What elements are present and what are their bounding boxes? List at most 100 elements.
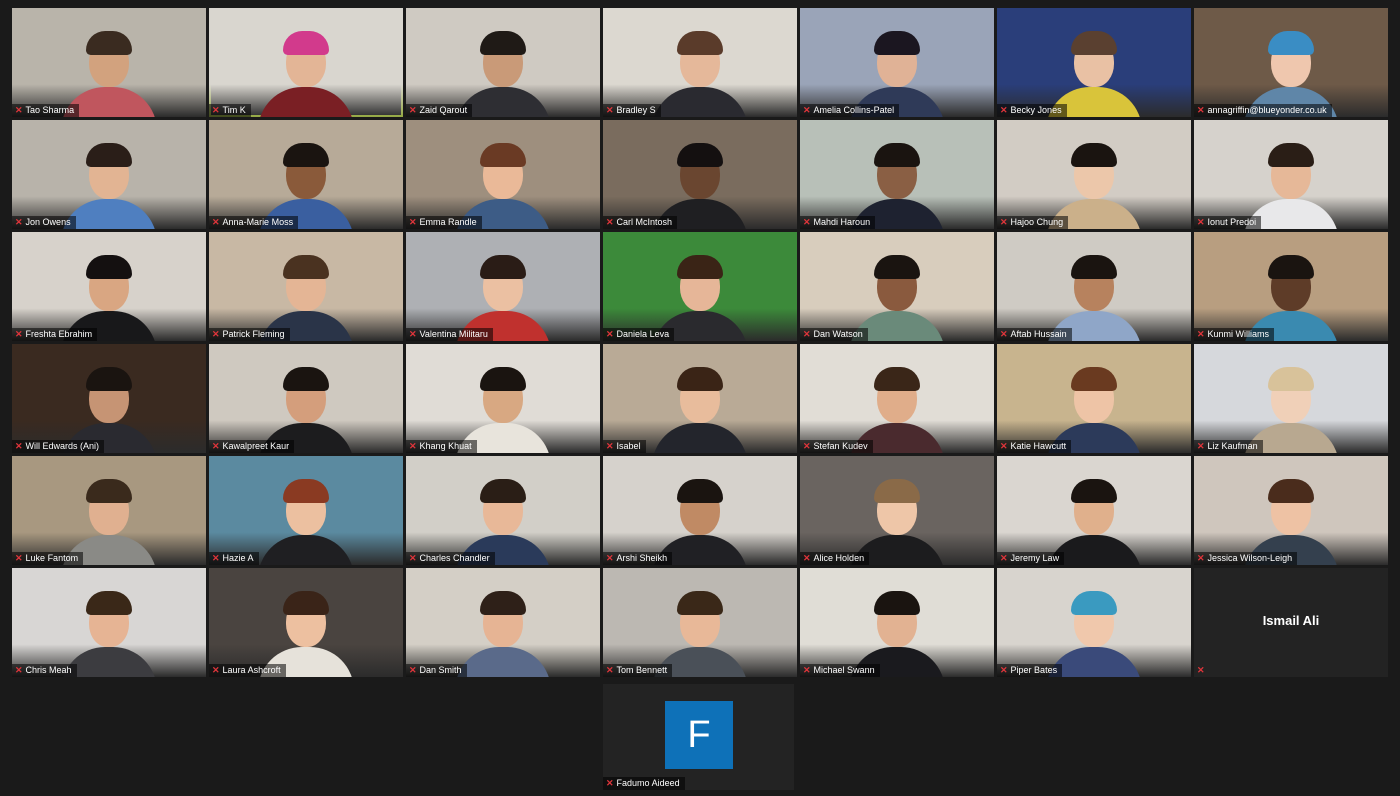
participant-tile[interactable]: ✕ Anna-Marie Moss [209,120,403,229]
participant-tile[interactable]: ✕ Amelia Collins-Patel [800,8,994,117]
participant-tile[interactable]: ✕ Emma Randle [406,120,600,229]
participant-tile[interactable]: ✕ Jeremy Law [997,456,1191,565]
participant-tile[interactable]: ✕ Liz Kaufman [1194,344,1388,453]
participant-figure [650,577,750,677]
participant-nametag: ✕ Daniela Leva [603,328,675,341]
participant-name: Liz Kaufman [1207,441,1258,451]
participant-tile[interactable]: ✕ Jessica Wilson-Leigh [1194,456,1388,565]
participant-tile[interactable]: F ✕ Fadumo Aideed [603,684,794,790]
participant-tile[interactable]: ✕ Isabel [603,344,797,453]
participant-figure [1241,353,1341,453]
participant-tile[interactable]: ✕ Charles Chandler [406,456,600,565]
muted-mic-icon: ✕ [803,105,811,115]
participant-figure [453,353,553,453]
participant-name: Amelia Collins-Patel [813,105,895,115]
participant-nametag: ✕ Piper Bates [997,664,1063,677]
muted-mic-icon: ✕ [606,441,614,451]
participant-figure [650,241,750,341]
participant-tile[interactable]: ✕ Hazie A [209,456,403,565]
participant-tile[interactable]: ✕ Laura Ashcroft [209,568,403,677]
participant-figure [59,465,159,565]
participant-tile[interactable]: ✕ Kawalpreet Kaur [209,344,403,453]
muted-mic-icon: ✕ [15,329,23,339]
participant-nametag: ✕ Luke Fantom [12,552,84,565]
participant-nametag: ✕ annagriffin@blueyonder.co.uk [1194,104,1332,117]
participant-nametag: ✕ Becky Jones [997,104,1067,117]
participant-tile[interactable]: ✕ Tom Bennett [603,568,797,677]
muted-mic-icon: ✕ [1000,665,1008,675]
muted-mic-icon: ✕ [212,329,220,339]
participant-video [800,8,994,117]
participant-tile[interactable]: ✕ Michael Swann [800,568,994,677]
participant-tile[interactable]: ✕ Daniela Leva [603,232,797,341]
participant-tile[interactable]: ✕ Luke Fantom [12,456,206,565]
muted-mic-icon: ✕ [15,553,23,563]
participant-nametag: ✕ Isabel [603,440,646,453]
participant-tile[interactable]: ✕ Stefan Kudev [800,344,994,453]
participant-video [12,8,206,117]
participant-tile[interactable]: ✕ Carl McIntosh [603,120,797,229]
participant-video [997,120,1191,229]
participant-video [603,120,797,229]
participant-video [800,232,994,341]
participant-figure [847,241,947,341]
participant-nametag: ✕ Will Edwards (Ani) [12,440,105,453]
participant-tile[interactable]: ✕ Piper Bates [997,568,1191,677]
participant-tile[interactable]: ✕ Aftab Hussain [997,232,1191,341]
participant-tile[interactable]: ✕ Chris Meah [12,568,206,677]
participant-tile[interactable]: Ismail Ali ✕ [1194,568,1388,677]
participant-tile[interactable]: ✕ Dan Smith [406,568,600,677]
participant-tile[interactable]: ✕ Valentina Militaru [406,232,600,341]
participant-tile[interactable]: ✕ Becky Jones [997,8,1191,117]
participant-nametag: ✕ Laura Ashcroft [209,664,286,677]
participant-figure [1044,353,1144,453]
participant-tile[interactable]: ✕ Jon Owens [12,120,206,229]
participant-nametag: ✕ Anna-Marie Moss [209,216,299,229]
participant-tile[interactable]: ✕ Patrick Fleming [209,232,403,341]
muted-mic-icon: ✕ [606,665,614,675]
participant-figure [1044,465,1144,565]
muted-mic-icon: ✕ [212,553,220,563]
participant-figure [59,577,159,677]
participant-tile[interactable]: ✕ Kunmi Williams [1194,232,1388,341]
participant-nametag: ✕ Amelia Collins-Patel [800,104,900,117]
participant-tile[interactable]: ✕ Ionut Predoi [1194,120,1388,229]
participant-tile[interactable]: ✕ Tim K [209,8,403,117]
participant-figure [256,465,356,565]
muted-mic-icon: ✕ [606,553,614,563]
participant-figure [1044,241,1144,341]
participant-nametag: ✕ Fadumo Aideed [603,777,685,790]
participant-tile[interactable]: ✕ Will Edwards (Ani) [12,344,206,453]
participant-tile[interactable]: ✕ Khang Khuat [406,344,600,453]
participant-tile[interactable]: ✕ Zaid Qarout [406,8,600,117]
participant-name: Fadumo Aideed [616,778,680,788]
participant-tile[interactable]: ✕ Hajoo Chung [997,120,1191,229]
participant-name: Mahdi Haroun [813,217,871,227]
participant-nametag: ✕ Tao Sharma [12,104,80,117]
participant-name: Dan Watson [813,329,863,339]
participant-tile[interactable]: ✕ Alice Holden [800,456,994,565]
participant-name: Jeremy Law [1010,553,1060,563]
participant-video [1194,232,1388,341]
participant-tile[interactable]: ✕ Freshta Ebrahim [12,232,206,341]
participant-tile[interactable]: ✕ Dan Watson [800,232,994,341]
participant-tile[interactable]: ✕ Katie Hawcutt [997,344,1191,453]
muted-mic-icon: ✕ [212,665,220,675]
participant-nametag: ✕ Khang Khuat [406,440,477,453]
participant-figure [453,129,553,229]
participant-tile[interactable]: ✕ Bradley S [603,8,797,117]
participant-name: Tim K [222,105,246,115]
muted-mic-icon: ✕ [1197,329,1205,339]
participant-figure [1241,129,1341,229]
participant-tile[interactable]: ✕ annagriffin@blueyonder.co.uk [1194,8,1388,117]
muted-mic-icon: ✕ [803,665,811,675]
participant-video [406,8,600,117]
participant-tile[interactable]: ✕ Mahdi Haroun [800,120,994,229]
participant-tile[interactable]: ✕ Arshi Sheikh [603,456,797,565]
participant-nametag: ✕ Zaid Qarout [406,104,473,117]
participant-nametag: ✕ Arshi Sheikh [603,552,673,565]
participant-name: Stefan Kudev [813,441,868,451]
participant-name: Michael Swann [813,665,875,675]
participant-tile[interactable]: ✕ Tao Sharma [12,8,206,117]
participant-video [406,568,600,677]
